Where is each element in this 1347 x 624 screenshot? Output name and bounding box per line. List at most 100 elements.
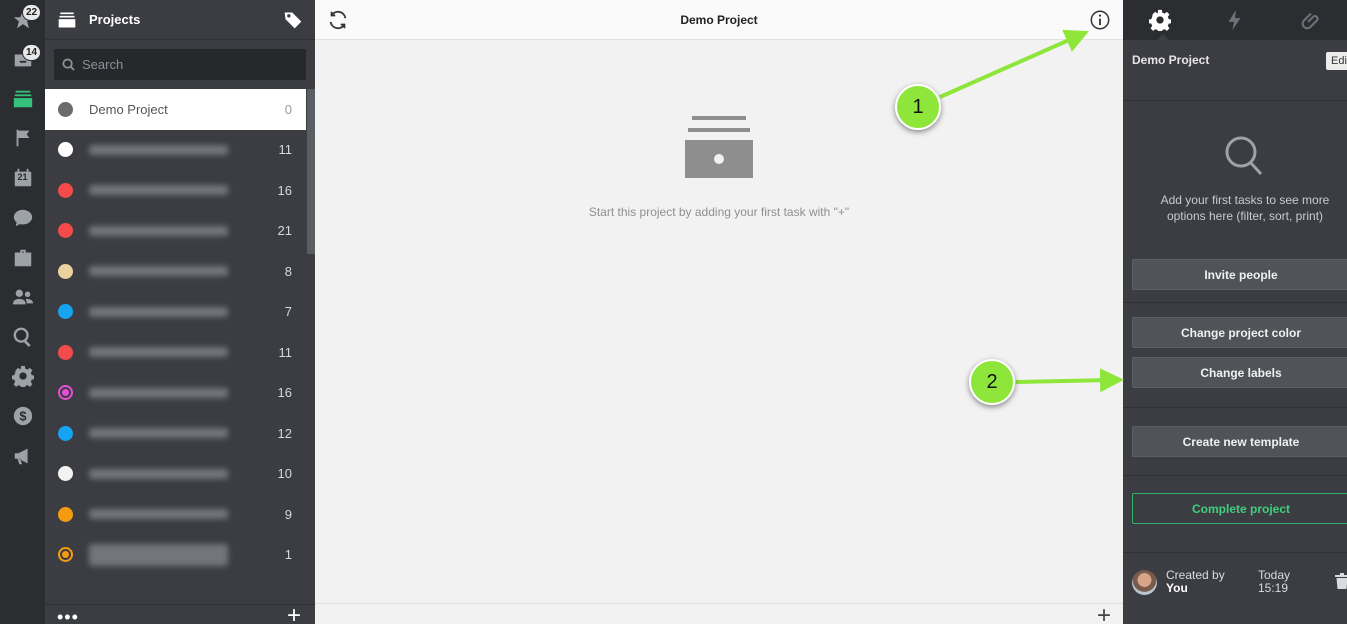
projects-nav-item[interactable] <box>0 79 45 119</box>
project-row[interactable]: 12 <box>45 413 306 454</box>
project-color-dot <box>58 223 73 239</box>
project-task-count: 8 <box>284 263 292 279</box>
project-task-count: 1 <box>284 547 292 563</box>
chat-nav-item[interactable] <box>0 198 45 238</box>
project-row[interactable]: 9 <box>45 494 306 535</box>
search-icon <box>13 327 31 347</box>
info-hint-text: Add your first tasks to see more options… <box>1160 193 1330 223</box>
main-header: Demo Project <box>315 0 1123 40</box>
project-task-count: 10 <box>277 466 292 482</box>
project-name <box>89 185 228 196</box>
project-name <box>89 144 228 155</box>
projects-title: Projects <box>89 12 141 27</box>
project-task-count: 11 <box>278 142 293 158</box>
project-task-count: 11 <box>278 344 293 360</box>
project-color-dot <box>58 385 73 401</box>
change-labels-button[interactable]: Change labels <box>1132 357 1347 388</box>
project-task-count: 21 <box>277 223 292 239</box>
trash-icon[interactable] <box>1335 573 1347 589</box>
project-row[interactable]: 16 <box>45 373 306 414</box>
project-color-dot <box>58 344 73 360</box>
callout-2: 2 <box>969 359 1015 405</box>
project-color-dot <box>58 547 73 563</box>
project-name <box>89 428 228 439</box>
more-options-button[interactable]: ••• <box>57 608 79 624</box>
project-row[interactable]: 1 <box>45 535 306 576</box>
created-at: Today 15:19 <box>1258 569 1290 595</box>
gear-icon <box>1149 9 1172 31</box>
briefcase-nav-item[interactable] <box>0 238 45 278</box>
project-row[interactable]: 16 <box>45 170 306 211</box>
projects-panel: Projects Demo Project 0 11 16 21 8 7 11 16 12 10 9 1… <box>45 0 315 624</box>
created-by: Created by You <box>1166 569 1225 595</box>
nav-rail: 22 14 21 $ <box>0 0 45 624</box>
tab-attachments[interactable] <box>1272 0 1347 40</box>
calendar-day: 21 <box>17 172 28 182</box>
flag-nav-item[interactable] <box>0 118 45 158</box>
avatar <box>1132 570 1157 595</box>
tab-settings[interactable] <box>1123 0 1198 40</box>
project-color-dot <box>58 142 73 158</box>
add-project-button[interactable]: + <box>287 604 301 624</box>
invite-people-button[interactable]: Invite people <box>1132 259 1347 290</box>
project-color-dot <box>58 263 73 279</box>
project-name <box>89 306 228 317</box>
inbox-nav-item[interactable]: 14 <box>0 40 45 80</box>
project-search-input[interactable] <box>82 57 282 72</box>
change-project-color-button[interactable]: Change project color <box>1132 317 1347 348</box>
complete-project-button[interactable]: Complete project <box>1132 493 1347 524</box>
megaphone-icon <box>14 448 28 465</box>
project-row[interactable]: 21 <box>45 211 306 252</box>
tab-activity[interactable] <box>1198 0 1273 40</box>
search-icon <box>62 58 75 71</box>
project-row[interactable]: 11 <box>45 332 306 373</box>
divider <box>1123 475 1347 476</box>
project-row[interactable]: 7 <box>45 292 306 333</box>
settings-nav-item[interactable] <box>0 356 45 396</box>
scrollbar-thumb[interactable] <box>307 89 315 254</box>
projects-header: Projects <box>45 0 315 40</box>
add-task-button[interactable]: + <box>1097 604 1111 624</box>
empty-state-message: Start this project by adding your first … <box>588 205 850 219</box>
created-by-user: You <box>1166 581 1188 595</box>
empty-project-icon <box>685 116 753 178</box>
project-name <box>89 468 228 479</box>
project-task-count: 16 <box>277 182 292 198</box>
projects-footer: ••• + <box>45 604 315 624</box>
billing-nav-item[interactable]: $ <box>0 396 45 436</box>
project-task-count: 12 <box>277 425 292 441</box>
team-nav-item[interactable] <box>0 277 45 317</box>
edit-project-button[interactable]: Edit <box>1326 52 1347 70</box>
callout-1: 1 <box>895 84 941 130</box>
divider <box>1123 302 1347 303</box>
project-task-count: 0 <box>284 101 292 117</box>
announcements-nav-item[interactable] <box>0 436 45 476</box>
project-name: Demo Project <box>89 101 168 117</box>
project-row[interactable]: 8 <box>45 251 306 292</box>
create-template-button[interactable]: Create new template <box>1132 426 1347 457</box>
project-task-count: 7 <box>284 304 292 320</box>
people-icon <box>12 289 33 305</box>
project-row[interactable]: Demo Project 0 <box>45 89 306 130</box>
main-content: Demo Project Start this project by addin… <box>315 0 1123 624</box>
created-time: 15:19 <box>1258 581 1289 595</box>
project-list: Demo Project 0 11 16 21 8 7 11 16 12 10 9 1 <box>45 89 306 575</box>
search-nav-item[interactable] <box>0 317 45 357</box>
divider <box>1123 407 1347 408</box>
project-color-dot <box>58 506 73 522</box>
info-project-name: Demo Project <box>1132 53 1210 67</box>
project-row[interactable]: 10 <box>45 454 306 495</box>
info-icon[interactable] <box>1089 9 1111 31</box>
project-color-dot <box>58 304 73 320</box>
starred-nav-item[interactable]: 22 <box>0 0 45 40</box>
refresh-icon[interactable] <box>327 9 349 31</box>
svg-text:$: $ <box>19 409 26 424</box>
project-name <box>89 509 228 520</box>
tag-icon[interactable] <box>283 10 303 30</box>
project-task-count: 16 <box>277 385 292 401</box>
search-icon <box>1225 136 1263 176</box>
calendar-nav-item[interactable]: 21 <box>0 158 45 198</box>
divider <box>1123 100 1347 101</box>
project-list-scrollbar[interactable] <box>306 89 315 604</box>
project-row[interactable]: 11 <box>45 130 306 171</box>
